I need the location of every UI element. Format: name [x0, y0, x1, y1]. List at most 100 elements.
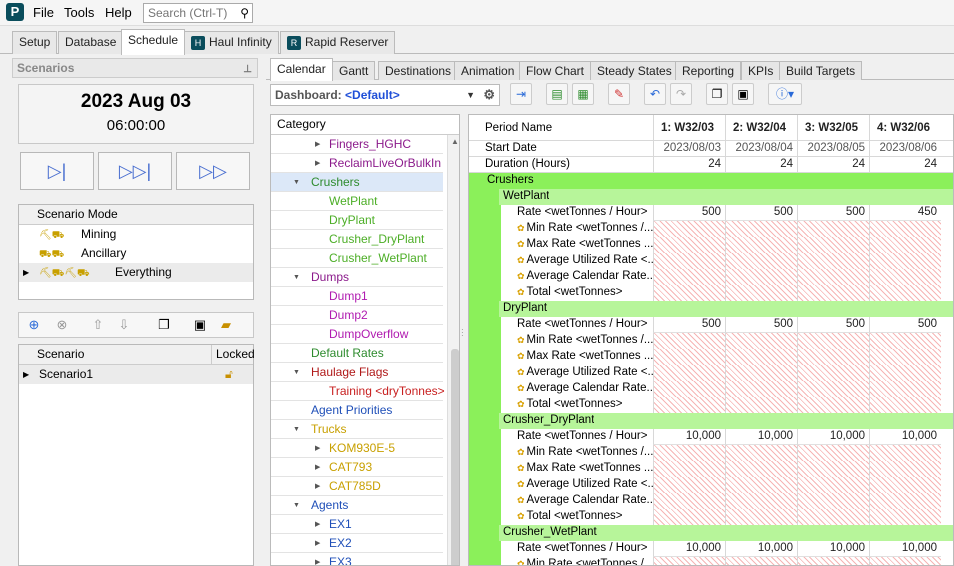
grid-cell[interactable]	[869, 477, 941, 493]
expand-icon[interactable]: ▶	[315, 515, 320, 534]
rate-cell[interactable]: 450	[869, 205, 941, 221]
grid-cell[interactable]	[725, 349, 797, 365]
chevron-down-icon[interactable]: ▼	[466, 85, 475, 105]
grid-cell[interactable]	[797, 397, 869, 413]
period-header[interactable]: 2: W32/04	[725, 115, 797, 141]
grid-cell[interactable]	[869, 445, 941, 461]
grid-cell[interactable]	[869, 237, 941, 253]
paste-icon[interactable]: ▣	[732, 83, 754, 105]
grid-cell[interactable]	[725, 557, 797, 565]
grid-cell[interactable]	[797, 381, 869, 397]
menu-help[interactable]: Help	[105, 5, 132, 20]
grid-cell[interactable]	[653, 381, 725, 397]
scenario-row[interactable]: ▶ Scenario1 🔓︎	[19, 365, 253, 384]
tab-steady-states[interactable]: Steady States	[590, 61, 679, 80]
gear-icon[interactable]: ⚙	[483, 85, 495, 105]
search-icon[interactable]: ⚲	[240, 6, 249, 20]
grid-cell[interactable]	[797, 333, 869, 349]
move-up-icon[interactable]: ⇧	[89, 316, 107, 334]
grid-cell[interactable]	[653, 333, 725, 349]
rate-cell[interactable]: 10,000	[797, 541, 869, 557]
grid-cell[interactable]	[653, 285, 725, 301]
grid-cell[interactable]	[869, 381, 941, 397]
collapse-icon[interactable]: ▼	[293, 363, 300, 382]
category-item[interactable]: ▶ Fingers_HGHC	[271, 135, 443, 154]
grid-cell[interactable]	[869, 365, 941, 381]
grid-cell[interactable]	[869, 221, 941, 237]
tab-gantt[interactable]: Gantt	[332, 61, 376, 80]
pin-icon[interactable]: ⊥	[243, 61, 252, 79]
tab-rapid-reserver[interactable]: R Rapid Reserver	[280, 31, 396, 54]
grid-cell[interactable]	[869, 253, 941, 269]
save-icon[interactable]: ▣	[191, 316, 209, 334]
grid-cell[interactable]	[869, 509, 941, 525]
grid-cell[interactable]	[653, 221, 725, 237]
grid-cell[interactable]	[869, 557, 941, 565]
expand-icon[interactable]: ▶	[315, 534, 320, 553]
category-item[interactable]: ▼ Agents	[271, 496, 443, 515]
grid-cell[interactable]	[869, 493, 941, 509]
grid-cell[interactable]	[797, 349, 869, 365]
step-to-end-button[interactable]: ▷▷|	[98, 152, 172, 190]
category-item[interactable]: ▶ ReclaimLiveOrBulkIn	[271, 154, 443, 173]
category-scrollbar[interactable]: ▲	[447, 135, 459, 565]
remove-icon[interactable]: ⊗	[53, 316, 71, 334]
category-item[interactable]: ▼ Dumps	[271, 268, 443, 287]
category-item[interactable]: DumpOverflow	[271, 325, 443, 344]
rate-cell[interactable]: 10,000	[869, 541, 941, 557]
menu-file[interactable]: File	[33, 5, 54, 20]
undo-icon[interactable]: ↶	[644, 83, 666, 105]
grid-cell[interactable]	[797, 253, 869, 269]
expand-icon[interactable]: ▶	[315, 439, 320, 458]
grid-cell[interactable]	[725, 461, 797, 477]
period-header[interactable]: 3: W32/05	[797, 115, 869, 141]
category-item[interactable]: Dump2	[271, 306, 443, 325]
tab-kpis[interactable]: KPIs	[741, 61, 781, 80]
rate-cell[interactable]: 10,000	[653, 541, 725, 557]
grid-cell[interactable]	[725, 477, 797, 493]
rate-cell[interactable]: 500	[725, 317, 797, 333]
grid-cell[interactable]	[725, 221, 797, 237]
grid-cell[interactable]: 2023/08/05	[797, 141, 869, 157]
grid-cell[interactable]	[797, 509, 869, 525]
eraser-icon[interactable]: ✎	[608, 83, 630, 105]
grid-cell[interactable]	[797, 237, 869, 253]
scroll-thumb[interactable]	[451, 349, 459, 565]
category-item[interactable]: WetPlant	[271, 192, 443, 211]
open-folder-icon[interactable]: ▰	[217, 316, 235, 334]
grid-cell[interactable]	[725, 333, 797, 349]
unlocked-icon[interactable]: 🔓︎	[225, 365, 233, 384]
category-item[interactable]: Crusher_DryPlant	[271, 230, 443, 249]
collapse-icon[interactable]: ▼	[293, 420, 300, 439]
grid-cell[interactable]	[653, 461, 725, 477]
rate-cell[interactable]: 10,000	[653, 429, 725, 445]
export-icon[interactable]: ⇥	[510, 83, 532, 105]
mode-row[interactable]: ⛏⛟ Mining	[19, 225, 253, 244]
copy-icon[interactable]: ❐	[706, 83, 728, 105]
grid-cell[interactable]	[797, 221, 869, 237]
category-item[interactable]: ▼ Crushers	[271, 173, 443, 192]
grid-cell[interactable]: 2023/08/04	[725, 141, 797, 157]
grid-cell[interactable]	[653, 253, 725, 269]
grid-cell[interactable]: 24	[869, 157, 941, 173]
grid-cell[interactable]	[869, 349, 941, 365]
period-header[interactable]: 1: W32/03	[653, 115, 725, 141]
grid-cell[interactable]	[725, 445, 797, 461]
category-item[interactable]: ▶ CAT785D	[271, 477, 443, 496]
category-item[interactable]: Training <dryTonnes>	[271, 382, 445, 401]
category-item[interactable]: ▶ EX3	[271, 553, 443, 565]
grid-cell[interactable]	[653, 493, 725, 509]
grid-cell[interactable]	[653, 237, 725, 253]
category-item[interactable]: ▶ EX1	[271, 515, 443, 534]
grid-cell[interactable]: 24	[653, 157, 725, 173]
category-item[interactable]: ▼ Trucks	[271, 420, 443, 439]
rate-cell[interactable]: 500	[653, 317, 725, 333]
grid-cell[interactable]	[869, 397, 941, 413]
search-input[interactable]	[144, 4, 232, 22]
rate-cell[interactable]: 500	[725, 205, 797, 221]
splitter[interactable]: · · ·	[460, 114, 468, 566]
copy-icon[interactable]: ❐	[155, 316, 173, 334]
grid-cell[interactable]	[869, 333, 941, 349]
tab-schedule[interactable]: Schedule	[121, 29, 186, 55]
category-item[interactable]: Crusher_WetPlant	[271, 249, 443, 268]
